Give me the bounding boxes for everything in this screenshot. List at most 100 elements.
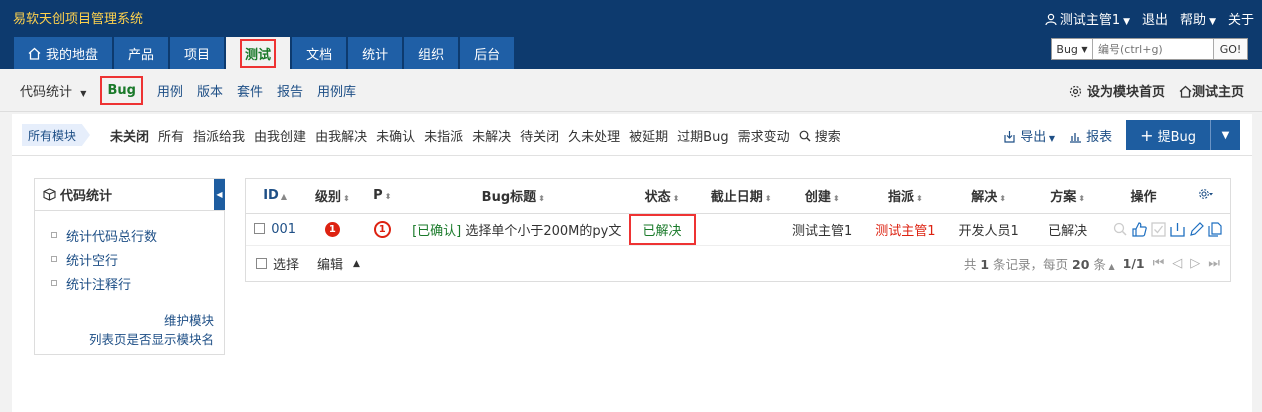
tab-test[interactable]: 测试 — [226, 37, 291, 69]
filter-unconfirmed[interactable]: 未确认 — [376, 126, 415, 145]
tab-docs[interactable]: 文档 — [292, 37, 347, 69]
search-input[interactable] — [1093, 39, 1213, 59]
subnav-case[interactable]: 用例 — [157, 81, 183, 100]
search-type-label: Bug — [1056, 42, 1078, 56]
tab-project[interactable]: 项目 — [170, 37, 225, 69]
filter-unassigned[interactable]: 未指派 — [424, 126, 463, 145]
pager-summary: 共 1 条记录，每页 20 条 ▲ — [964, 254, 1115, 273]
col-id[interactable]: ID ▲ — [246, 179, 305, 214]
sort-icon: ⬍ — [999, 194, 1006, 204]
sort-icon: ⬍ — [538, 194, 545, 204]
add-bug-dropdown[interactable]: ▼ — [1210, 120, 1240, 150]
cell-status: 已解决 — [622, 213, 702, 246]
filter-overdue[interactable]: 过期Bug — [677, 126, 728, 145]
search-toggle[interactable]: 搜索 — [799, 126, 841, 145]
maintain-module-link[interactable]: 维护模块 — [89, 311, 214, 330]
filter-story-changed[interactable]: 需求变动 — [738, 126, 790, 145]
col-created[interactable]: 创建 ⬍ — [780, 179, 864, 214]
col-status-label: 状态 — [644, 190, 671, 206]
search-icon[interactable] — [1112, 221, 1129, 238]
subnav-caselib[interactable]: 用例库 — [317, 81, 356, 100]
sort-icon: ▲ — [280, 192, 288, 202]
module-item[interactable]: 统计空行 — [51, 247, 224, 271]
filter-opened-by-me[interactable]: 由我创建 — [254, 126, 306, 145]
module-item[interactable]: 统计注释行 — [51, 271, 224, 295]
export-button[interactable]: 导出 ▼ — [1003, 126, 1055, 145]
pager-per-page[interactable]: 20 — [1072, 257, 1089, 272]
subnav-code-stats[interactable]: 代码统计 ▼ — [20, 81, 86, 100]
col-title[interactable]: Bug标题 ⬍ — [404, 179, 623, 214]
bug-title-link[interactable]: 选择单个小于200M的py文 — [465, 224, 621, 239]
test-home-button[interactable]: 测试主页 — [1179, 81, 1244, 100]
col-resolution-label: 方案 — [1050, 190, 1077, 206]
first-page-icon[interactable]: ⏮ — [1153, 256, 1165, 271]
main-content: 代码统计 ◀ 统计代码总行数 统计空行 统计注释行 维护模块 列表页是否显示模块… — [12, 156, 1252, 412]
tab-label: 项目 — [184, 47, 211, 63]
table-footer: 选择 编辑 ▲ 共 1 条记录，每页 20 条 ▲ 1/1 ⏮ ◁ ▷ ⏭ — [246, 246, 1230, 282]
bullet-icon — [51, 232, 57, 238]
page-indicator: 1/1 — [1122, 256, 1145, 271]
filter-all[interactable]: 所有 — [158, 126, 184, 145]
about-link[interactable]: 关于 — [1228, 9, 1254, 28]
col-deadline[interactable]: 截止日期 ⬍ — [701, 179, 781, 214]
gear-icon — [1199, 188, 1214, 199]
col-resolution[interactable]: 方案 ⬍ — [1030, 179, 1106, 214]
subnav-bug[interactable]: Bug — [100, 76, 143, 105]
copy-icon[interactable] — [1207, 221, 1224, 238]
last-page-icon[interactable]: ⏭ — [1208, 256, 1220, 271]
thumbs-up-icon[interactable] — [1131, 221, 1148, 238]
tab-my-dashboard[interactable]: 我的地盘 — [14, 37, 113, 69]
cell-assigned[interactable]: 测试主管1 — [863, 213, 947, 246]
filter-long-lasting[interactable]: 久未处理 — [568, 126, 620, 145]
subnav-report[interactable]: 报告 — [277, 81, 303, 100]
select-all-checkbox[interactable]: 选择 — [256, 254, 299, 273]
set-module-home-button[interactable]: 设为模块首页 — [1069, 81, 1165, 100]
subnav-build[interactable]: 版本 — [197, 81, 223, 100]
tab-product[interactable]: 产品 — [114, 37, 169, 69]
cell-id[interactable]: 001 — [246, 213, 305, 246]
show-module-name-link[interactable]: 列表页是否显示模块名 — [89, 330, 214, 349]
col-assigned[interactable]: 指派 ⬍ — [863, 179, 947, 214]
help-menu[interactable]: 帮助 ▼ — [1180, 9, 1216, 28]
col-pri[interactable]: P ⬍ — [360, 179, 405, 214]
col-severity[interactable]: 级别 ⬍ — [304, 179, 361, 214]
tab-organization[interactable]: 组织 — [404, 37, 459, 69]
row-checkbox[interactable] — [254, 222, 266, 234]
table-row[interactable]: 001 1 1 [已确认] 选择单个小于200M的py文 已解决 测试主管1 测… — [246, 213, 1230, 246]
tab-admin[interactable]: 后台 — [460, 37, 515, 69]
module-item[interactable]: 统计代码总行数 — [51, 223, 224, 247]
filter-items: 未关闭 所有 指派给我 由我创建 由我解决 未确认 未指派 未解决 待关闭 久未… — [110, 114, 841, 156]
chevron-up-icon[interactable]: ▲ — [1106, 262, 1114, 271]
cell-title[interactable]: [已确认] 选择单个小于200M的py文 — [404, 213, 623, 246]
pencil-icon[interactable] — [1188, 221, 1205, 238]
search-go-button[interactable]: GO! — [1213, 39, 1247, 59]
report-button[interactable]: 报表 — [1069, 126, 1112, 145]
user-menu[interactable]: 测试主管1 ▼ — [1045, 9, 1130, 28]
search-type-select[interactable]: Bug ▼ — [1052, 39, 1093, 59]
bullet-icon — [51, 280, 57, 286]
check-box-icon[interactable] — [1150, 221, 1167, 238]
next-page-icon[interactable]: ▷ — [1190, 256, 1200, 271]
checkbox[interactable] — [256, 258, 267, 269]
subnav-suite[interactable]: 套件 — [237, 81, 263, 100]
batch-edit-button[interactable]: 编辑 ▲ — [317, 254, 360, 273]
module-item-label: 统计代码总行数 — [66, 229, 158, 245]
module-breadcrumb[interactable]: 所有模块 — [22, 124, 91, 146]
close-bug-icon[interactable] — [1169, 221, 1186, 238]
prev-page-icon[interactable]: ◁ — [1172, 256, 1182, 271]
tab-stats[interactable]: 统计 — [348, 37, 403, 69]
filter-postponed[interactable]: 被延期 — [629, 126, 668, 145]
filter-to-close[interactable]: 待关闭 — [520, 126, 559, 145]
filter-resolved-by-me[interactable]: 由我解决 — [315, 126, 367, 145]
collapse-side-button[interactable]: ◀ — [214, 179, 225, 210]
column-settings-button[interactable] — [1182, 179, 1230, 214]
filter-unresolved[interactable]: 未解决 — [472, 126, 511, 145]
tab-label: 产品 — [128, 47, 155, 63]
logout-link[interactable]: 退出 — [1142, 9, 1168, 28]
pager-prefix: 共 — [963, 257, 977, 272]
filter-unclosed[interactable]: 未关闭 — [110, 126, 149, 145]
col-status[interactable]: 状态 ⬍ — [622, 179, 702, 214]
filter-assigned-to-me[interactable]: 指派给我 — [193, 126, 245, 145]
add-bug-button[interactable]: + 提Bug — [1126, 120, 1210, 150]
col-resolved[interactable]: 解决 ⬍ — [946, 179, 1031, 214]
